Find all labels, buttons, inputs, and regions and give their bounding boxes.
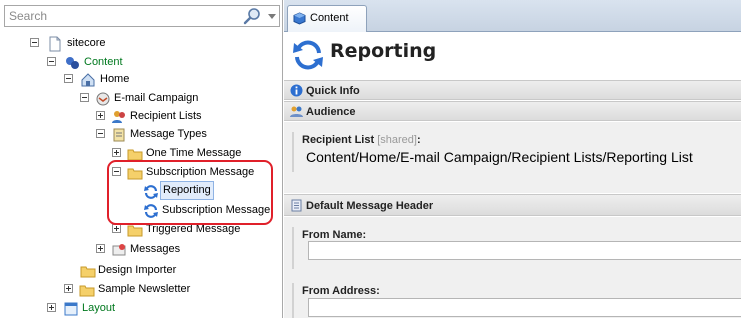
expand-icon[interactable]: [64, 284, 73, 293]
collapse-icon[interactable]: [80, 93, 89, 102]
search-input[interactable]: [5, 6, 235, 26]
tree-node-label: Layout: [82, 302, 116, 314]
tab-content[interactable]: Content: [287, 5, 367, 32]
section-label: Default Message Header: [306, 200, 434, 212]
tree-node-label: Message Types: [130, 128, 207, 140]
tree-node-label: Recipient Lists: [130, 110, 202, 122]
section-default-message-header[interactable]: Default Message Header: [284, 194, 741, 216]
email-campaign-icon: [96, 92, 110, 106]
header-section-body: From Name: From Address:: [284, 217, 741, 318]
expand-icon[interactable]: [96, 244, 105, 253]
expand-icon[interactable]: [112, 224, 121, 233]
editor-tab-strip: Content: [284, 0, 741, 32]
tree-node-label: Design Importer: [98, 264, 177, 276]
highlight-annotation: [107, 160, 273, 225]
tree-node-layout[interactable]: Layout: [47, 299, 247, 318]
tree-node-label: Messages: [130, 243, 181, 255]
content-editor-pane: Content Reporting Quick Info Audience Re…: [284, 0, 741, 318]
document-icon: [49, 36, 61, 52]
collapse-icon[interactable]: [30, 38, 39, 47]
tree-node-label: sitecore: [67, 37, 106, 49]
section-quick-info[interactable]: Quick Info: [284, 80, 741, 100]
collapse-icon[interactable]: [64, 74, 73, 83]
from-address-label: From Address:: [302, 285, 380, 297]
tab-label: Content: [310, 12, 349, 24]
search-dropdown-button[interactable]: [241, 7, 279, 25]
recipients-icon: [112, 111, 125, 123]
item-header: Reporting: [284, 33, 741, 79]
recipient-list-label: Recipient List [shared]:: [302, 134, 421, 146]
section-label: Audience: [306, 106, 356, 118]
collapse-icon[interactable]: [47, 57, 56, 66]
section-label: Quick Info: [306, 85, 360, 97]
layout-icon: [64, 302, 78, 316]
tree-node-sample-newsletter[interactable]: Sample Newsletter: [64, 280, 264, 299]
tree-node-label: E-mail Campaign: [114, 92, 199, 104]
content-icon: [66, 57, 79, 69]
from-name-input[interactable]: [308, 241, 741, 260]
field-group-from-name: [292, 227, 294, 269]
tree-node-sitecore[interactable]: sitecore: [30, 34, 230, 53]
collapse-icon[interactable]: [96, 129, 105, 138]
page-title: Reporting: [330, 40, 437, 62]
section-audience[interactable]: Audience: [284, 101, 741, 121]
chevron-down-icon: [268, 14, 276, 19]
tree-node-label: Sample Newsletter: [98, 283, 191, 295]
from-name-label: From Name:: [302, 229, 367, 241]
search-icon: [243, 8, 276, 25]
expand-icon[interactable]: [96, 111, 105, 120]
search-bar: [4, 5, 280, 27]
field-group-recipient-list: [292, 132, 294, 172]
tree-node-label: Home: [100, 73, 130, 85]
cube-icon: [293, 12, 306, 25]
from-address-input[interactable]: [308, 298, 741, 317]
tree-node-design-importer[interactable]: Design Importer: [80, 261, 280, 280]
tree-node-messages[interactable]: Messages: [96, 240, 296, 259]
info-icon: [290, 84, 303, 97]
recipient-list-value[interactable]: Content/Home/E-mail Campaign/Recipient L…: [306, 149, 693, 165]
field-group-from-address: [292, 283, 294, 318]
tree-node-home[interactable]: Home: [64, 70, 264, 89]
tree-node-recipient-lists[interactable]: Recipient Lists: [96, 107, 296, 126]
audience-section-body: Recipient List [shared]: Content/Home/E-…: [284, 122, 741, 193]
expand-icon[interactable]: [112, 148, 121, 157]
folder-icon: [79, 285, 95, 297]
content-tree-pane: sitecore Content Home E-mail Campaign Re…: [0, 0, 283, 318]
shared-marker: [shared]: [377, 134, 417, 146]
expand-icon[interactable]: [47, 303, 56, 312]
messages-icon: [112, 244, 126, 256]
home-icon: [81, 73, 95, 87]
folder-icon: [80, 266, 96, 278]
document-icon: [291, 199, 302, 212]
audience-icon: [290, 106, 303, 117]
refresh-icon: [293, 40, 323, 70]
tree-node-message-types[interactable]: Message Types: [96, 125, 296, 144]
message-types-icon: [113, 128, 125, 142]
tree-node-email-campaign[interactable]: E-mail Campaign: [80, 89, 280, 108]
